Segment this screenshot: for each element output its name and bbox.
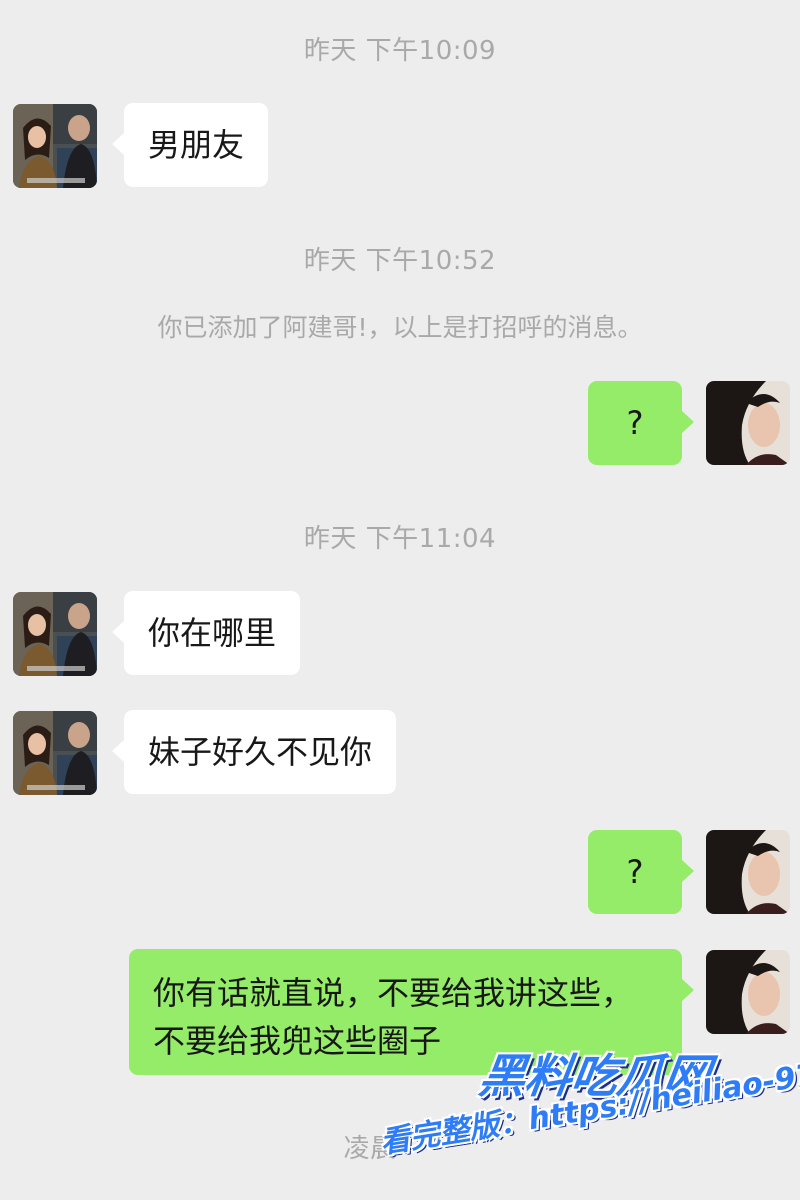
my-photo-icon bbox=[706, 830, 790, 914]
message-text: 你在哪里 bbox=[148, 614, 277, 652]
contact-avatar[interactable] bbox=[13, 104, 97, 188]
contact-avatar[interactable] bbox=[13, 711, 97, 795]
contact-photo-icon bbox=[13, 711, 97, 795]
my-photo-icon bbox=[706, 950, 790, 1034]
timestamp: 昨天 下午10:09 bbox=[303, 36, 497, 66]
outgoing-message-bubble[interactable]: ? bbox=[588, 381, 694, 465]
contact-photo-icon bbox=[13, 104, 97, 188]
message-text: 男朋友 bbox=[148, 126, 245, 164]
my-avatar[interactable] bbox=[706, 950, 790, 1034]
incoming-message-bubble[interactable]: 妹子好久不见你 bbox=[111, 710, 397, 794]
incoming-message-bubble[interactable]: 你在哪里 bbox=[111, 591, 301, 675]
contact-photo-icon bbox=[13, 592, 97, 676]
my-photo-icon bbox=[706, 381, 790, 465]
my-avatar[interactable] bbox=[706, 830, 790, 914]
message-text-line: 你有话就直说，不要给我讲这些， bbox=[153, 974, 634, 1012]
message-text: 妹子好久不见你 bbox=[148, 733, 373, 771]
my-avatar[interactable] bbox=[706, 381, 790, 465]
incoming-message-bubble[interactable]: 男朋友 bbox=[111, 103, 269, 187]
message-text: ? bbox=[626, 853, 644, 891]
system-notice: 你已添加了阿建哥!，以上是打招呼的消息。 bbox=[157, 313, 643, 342]
timestamp: 昨天 下午10:52 bbox=[303, 246, 497, 276]
outgoing-message-bubble[interactable]: ? bbox=[588, 830, 694, 914]
timestamp: 昨天 下午11:04 bbox=[303, 524, 497, 554]
contact-avatar[interactable] bbox=[13, 592, 97, 676]
message-text: ? bbox=[626, 404, 644, 442]
